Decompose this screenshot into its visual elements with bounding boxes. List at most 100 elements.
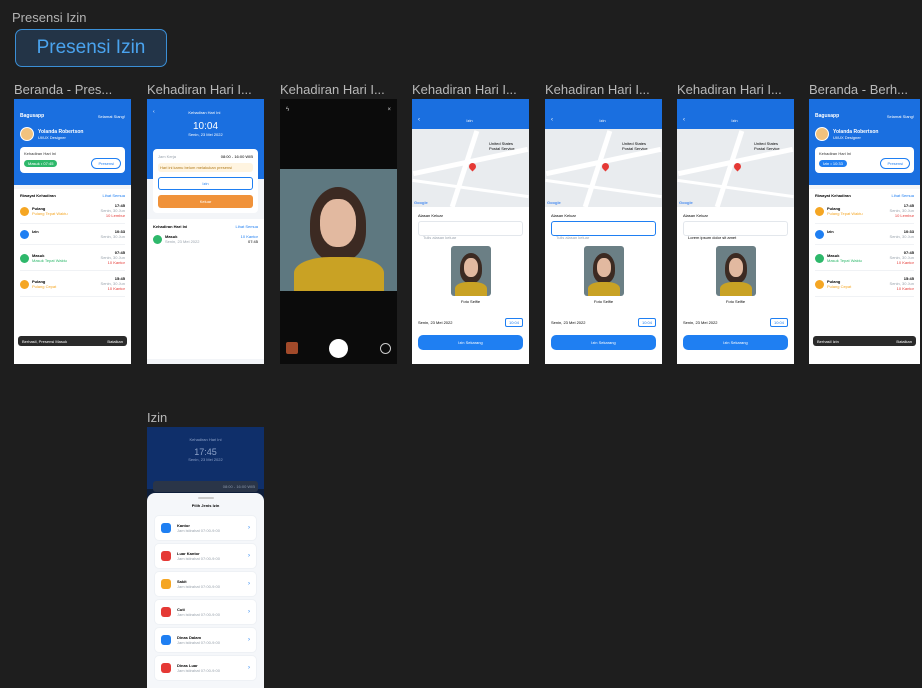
selfie-photo[interactable] xyxy=(450,246,491,296)
izin-time[interactable]: 10:04 xyxy=(769,318,788,327)
item-extra: 10 Lembur xyxy=(894,213,914,218)
frame-izin-form-filled[interactable]: ‹ Izin United States Postal Service Goog… xyxy=(677,99,794,364)
lihat-semua-link[interactable]: Lihat Semua xyxy=(236,224,258,229)
frame-label-kehadiran-3[interactable]: Kehadiran Hari I... xyxy=(412,82,529,97)
izin-type-icon xyxy=(161,523,171,533)
alasan-input[interactable]: Tulis alasan keluar xyxy=(551,221,656,240)
riwayat-item[interactable]: Pulang Pulang Tepat Waktu 17:45 Senin, 3… xyxy=(815,198,914,224)
chevron-right-icon: › xyxy=(248,524,250,531)
item-extra: 10 Lembur xyxy=(105,213,125,218)
izin-type-icon xyxy=(161,635,171,645)
kehadiran-title: Kehadiran Hari Ini xyxy=(819,151,852,156)
izin-sekarang-button[interactable]: Izin Sekarang xyxy=(551,335,656,350)
avatar xyxy=(815,127,829,141)
lihat-semua-link[interactable]: Lihat Semua xyxy=(103,193,125,198)
alasan-input[interactable]: Tulis alasan keluar xyxy=(418,221,523,240)
frame-beranda-presensi[interactable]: Bagusapp Selamat Siang! Yolanda Robertson… xyxy=(14,99,131,364)
sheet-handle[interactable] xyxy=(197,497,214,499)
flash-off-icon[interactable]: ϟ xyxy=(286,107,289,114)
toast-text: Berhasil Izin xyxy=(817,338,839,344)
greeting: Selamat Siang! xyxy=(97,113,125,119)
frame-camera-selfie[interactable]: ϟ × xyxy=(280,99,397,364)
izin-time[interactable]: 10:04 xyxy=(637,318,656,327)
izin-type-sub: Jam istirahat 07:00-9:00 xyxy=(177,584,220,589)
riwayat-item[interactable]: Pulang Pulang Cepat 15:45 Senin, 30 Jun … xyxy=(20,271,125,297)
alasan-input[interactable]: Lorem ipsum dolor sit amet xyxy=(683,221,788,240)
back-icon[interactable]: ‹ xyxy=(153,109,155,115)
frame-kehadiran-hari-ini[interactable]: ‹ Kehadiran Hari Ini 10:04 Senin, 23 Mei … xyxy=(147,99,264,364)
frame-label-kehadiran-1[interactable]: Kehadiran Hari I... xyxy=(147,82,264,97)
izin-type-sub: Jam istirahat 07:00-9:00 xyxy=(177,668,220,673)
item-title: Izin xyxy=(827,229,834,234)
map-poi-label: United States Postal Service xyxy=(754,141,780,151)
lihat-semua-link[interactable]: Lihat Semua xyxy=(892,193,914,198)
jam-kerja-range: 08:00 - 16:00 WIB xyxy=(220,154,253,159)
chevron-right-icon: › xyxy=(248,664,250,671)
izin-type-item[interactable]: Luar Kantor Jam istirahat 07:00-9:00 › xyxy=(155,544,256,568)
izin-button[interactable]: Izin xyxy=(158,177,253,190)
riwayat-item[interactable]: Masuk Masuk Tepat Waktu 07:45 Senin, 30 … xyxy=(815,245,914,271)
presensi-button[interactable]: Presensi xyxy=(880,158,910,169)
switch-camera-icon[interactable] xyxy=(380,343,391,354)
frame-label-beranda-berhasil[interactable]: Beranda - Berh... xyxy=(809,82,920,97)
row-time: 07:45 xyxy=(247,239,258,244)
toast: Berhasil Izin Batalkan xyxy=(813,336,916,346)
frame-label-kehadiran-2[interactable]: Kehadiran Hari I... xyxy=(280,82,397,97)
back-icon[interactable]: ‹ xyxy=(683,117,685,124)
back-icon[interactable]: ‹ xyxy=(418,117,420,124)
toast-action[interactable]: Batalkan xyxy=(896,339,912,344)
list-title: Kehadiran Hari Ini xyxy=(153,224,188,229)
riwayat-item[interactable]: Pulang Pulang Cepat 15:45 Senin, 30 Jun … xyxy=(815,271,914,297)
alasan-input-placeholder: Tulis alasan keluar xyxy=(556,235,590,240)
gallery-thumbnail[interactable] xyxy=(286,342,298,354)
frame-beranda-berhasil[interactable]: Bagusapp Selamat Siang! Yolanda Robertson… xyxy=(809,99,920,364)
location-map[interactable]: United States Postal Service Google xyxy=(677,129,794,207)
izin-type-item[interactable]: Dinas Dalam Jam istirahat 07:00-9:00 › xyxy=(155,628,256,652)
riwayat-item[interactable]: Pulang Pulang Tepat Waktu 17:45 Senin, 3… xyxy=(20,198,125,224)
izin-type-item[interactable]: Dinas Luar Jam istirahat 07:00-9:00 › xyxy=(155,656,256,680)
close-icon[interactable]: × xyxy=(387,107,391,114)
izin-date: Senin, 23 Mei 2022 xyxy=(418,320,453,325)
toast-action[interactable]: Batalkan xyxy=(107,339,123,344)
kehadiran-title: Kehadiran Hari Ini xyxy=(24,151,57,156)
izin-sekarang-button[interactable]: Izin Sekarang xyxy=(418,335,523,350)
frame-izin-form-empty[interactable]: ‹ Izin United States Postal Service Goog… xyxy=(412,99,529,364)
status-icon xyxy=(20,206,29,216)
izin-type-item[interactable]: Sakit Jam istirahat 07:00-9:00 › xyxy=(155,572,256,596)
selfie-photo[interactable] xyxy=(715,246,756,296)
brand-logo: Bagusapp xyxy=(20,113,45,119)
header-title: Izin xyxy=(731,117,738,123)
riwayat-item[interactable]: Izin 10:33 Senin, 30 Jun xyxy=(815,224,914,245)
presensi-button[interactable]: Presensi xyxy=(91,158,121,169)
masuk-icon xyxy=(153,234,162,244)
map-poi-label: United States Postal Service xyxy=(622,141,648,151)
selfie-photo[interactable] xyxy=(583,246,624,296)
chevron-right-icon: › xyxy=(248,608,250,615)
frame-label-kehadiran-4[interactable]: Kehadiran Hari I... xyxy=(545,82,662,97)
izin-sekarang-button[interactable]: Izin Sekarang xyxy=(683,335,788,350)
shutter-button[interactable] xyxy=(329,339,348,358)
chevron-right-icon: › xyxy=(248,552,250,559)
frame-izin-jenis[interactable]: Kehadiran Hari Ini 17:45 Senin, 23 Mei 2… xyxy=(147,427,264,688)
section-button[interactable]: Presensi Izin xyxy=(15,29,167,67)
izin-type-icon xyxy=(161,663,171,673)
status-icon xyxy=(815,230,824,239)
toast: Berhasil, Presensi Masuk Batalkan xyxy=(18,336,127,346)
frame-label-beranda[interactable]: Beranda - Pres... xyxy=(14,82,131,97)
izin-time[interactable]: 10:04 xyxy=(504,318,523,327)
item-sub: Pulang Tepat Waktu xyxy=(32,210,68,216)
location-map[interactable]: United States Postal Service Google xyxy=(545,129,662,207)
item-sub: Masuk Tepat Waktu xyxy=(827,257,862,263)
row-date: Senin, 23 Mei 2022 xyxy=(165,239,200,244)
frame-label-kehadiran-5[interactable]: Kehadiran Hari I... xyxy=(677,82,794,97)
riwayat-item[interactable]: Izin 10:33 Senin, 30 Jun xyxy=(20,224,125,245)
location-map[interactable]: United States Postal Service Google xyxy=(412,129,529,207)
izin-type-item[interactable]: Cuti Jam istirahat 07:00-9:00 › xyxy=(155,600,256,624)
frame-label-izin[interactable]: Izin xyxy=(147,410,264,425)
izin-type-item[interactable]: Kantor Jam istirahat 07:00-9:00 › xyxy=(155,516,256,540)
back-icon[interactable]: ‹ xyxy=(551,117,553,124)
frame-izin-form-focus[interactable]: ‹ Izin United States Postal Service Goog… xyxy=(545,99,662,364)
izin-type-sub: Jam istirahat 07:00-9:00 xyxy=(177,612,220,617)
keluar-button[interactable]: Keluar xyxy=(158,195,253,208)
riwayat-item[interactable]: Masuk Masuk Tepat Waktu 07:45 Senin, 30 … xyxy=(20,245,125,271)
